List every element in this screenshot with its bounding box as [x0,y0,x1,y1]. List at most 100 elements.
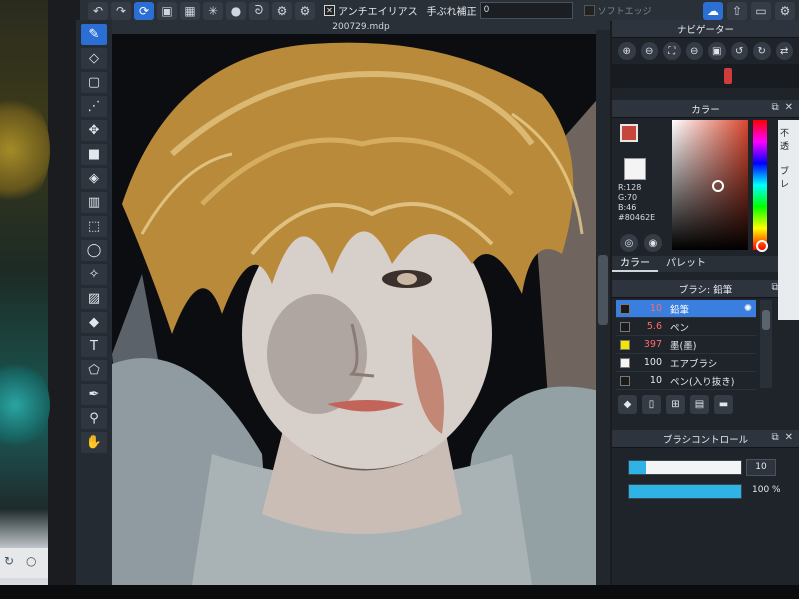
brush-item[interactable]: 397 墨(墨) [616,336,756,354]
monitor-bezel [0,585,799,599]
saturation-value-picker[interactable] [672,120,748,250]
folder-icon[interactable]: ▬ [714,395,733,414]
brush-opacity-slider-fill [629,485,741,498]
select-eraser-tool-icon[interactable]: ◆ [81,312,107,333]
brush-size-slider[interactable] [628,460,742,475]
chat-icon[interactable]: ▭ [751,2,771,20]
hand-tool-icon[interactable]: ✋ [81,432,107,453]
color-g-value: G:70 [618,193,638,202]
brush-name: ペン [670,322,690,334]
snap-gear-icon[interactable]: ⚙ [295,1,315,20]
color-values: R:128 G:70 B:46 #80462E [618,183,655,223]
soft-edge-toggle[interactable]: ソフトエッジ [583,4,652,17]
brush-color-swatch [620,339,630,350]
popout-icon[interactable]: ⧉ [771,102,778,113]
eraser-tool-icon[interactable]: ◇ [81,48,107,69]
add-brush-icon[interactable]: ⊞ [666,395,685,414]
brush-list-scrollbar-thumb[interactable] [762,310,770,330]
navigator-zoom-handle[interactable] [724,68,732,84]
select-pen-tool-icon[interactable]: ▨ [81,288,107,309]
brush-name: ペン(入り抜き) [670,376,735,388]
hue-slider[interactable] [753,120,767,250]
magic-wand-tool-icon[interactable]: ✧ [81,264,107,285]
canvas-scrollbar[interactable] [596,30,610,585]
transform-icon[interactable]: ⟳ [134,1,154,20]
stabilizer-control: 手ぶれ補正 0 [427,2,573,19]
brush-opacity-slider[interactable] [628,484,742,499]
color-picker-cursor[interactable] [712,180,724,192]
soft-edge-checkbox[interactable] [583,5,595,16]
refresh-icon: ↻ [4,554,15,568]
palette-mix-icon[interactable]: ◉ [644,234,662,252]
color-panel-tabs: カラー パレット [612,256,799,272]
redo-icon[interactable]: ↷ [111,1,131,20]
curve-icon[interactable]: ᘐ [249,1,269,20]
cloud-icon[interactable]: ☁ [703,2,723,20]
rotate-right-icon[interactable]: ↻ [753,42,771,60]
actual-size-icon[interactable]: ▣ [708,42,726,60]
settings-icon[interactable]: ⚙ [775,2,795,20]
new-brush-icon[interactable]: ▯ [642,395,661,414]
zoom-reset-icon[interactable]: ⊖ [685,42,703,60]
brush-item[interactable]: 5.6 ペン [616,318,756,336]
stabilizer-select[interactable]: 0 [479,2,573,19]
close-icon[interactable]: ✕ [785,102,793,113]
zoom-out-icon[interactable]: ⊖ [640,42,658,60]
eyedropper-tool-icon[interactable]: ⚲ [81,408,107,429]
bucket-tool-icon[interactable]: ◈ [81,168,107,189]
pen-tool-icon[interactable]: ✒ [81,384,107,405]
tab-color[interactable]: カラー [612,256,658,272]
brush-item[interactable]: 10 ペン(入り抜き) [616,372,756,390]
dot-tool-icon[interactable]: ⋰ [81,96,107,117]
popout-icon[interactable]: ⧉ [771,432,778,443]
canvas-area[interactable]: 200729.mdp [112,20,610,585]
fit-icon[interactable]: ⛶ [663,42,681,60]
foreground-color-swatch[interactable] [620,124,638,142]
flip-view-icon[interactable]: ⇄ [775,42,793,60]
background-color-swatch[interactable] [624,158,646,180]
brush-settings-gear-icon[interactable]: ✺ [744,303,756,314]
antialias-checkbox[interactable]: ✕ [324,5,335,16]
copy-brush-icon[interactable]: ▤ [690,395,709,414]
divide-tool-icon[interactable]: ⬠ [81,360,107,381]
antialias-toggle[interactable]: ✕ アンチエイリアス [324,3,418,18]
rotate-left-icon[interactable]: ↺ [730,42,748,60]
brush-panel-tools: ◆ ▯ ⊞ ▤ ▬ [618,395,733,414]
brush-item[interactable]: 100 エアブラシ [616,354,756,372]
undo-icon[interactable]: ↶ [88,1,108,20]
lasso-tool-icon[interactable]: ◯ [81,240,107,261]
close-icon[interactable]: ✕ [785,432,793,443]
sparkle-icon[interactable]: ✳ [203,1,223,20]
brush-list-scrollbar[interactable] [760,300,772,388]
brush-drop-icon[interactable]: ◆ [618,395,637,414]
palette-wheel-icon[interactable]: ◎ [620,234,638,252]
flip-icon[interactable]: ▣ [157,1,177,20]
brush-tool-icon[interactable]: ✎ [81,24,107,45]
brush-size-value[interactable]: 10 [746,459,776,476]
grid-icon[interactable]: ▦ [180,1,200,20]
rect-select-tool-icon[interactable]: ▢ [81,72,107,93]
share-icon[interactable]: ⇧ [727,2,747,20]
circle-shape-icon[interactable]: ● [226,1,246,20]
marquee-tool-icon[interactable]: ⬚ [81,216,107,237]
brush-item[interactable]: 10 鉛筆 ✺ [616,300,756,318]
color-mode-buttons: ◎ ◉ [620,234,662,252]
move-tool-icon[interactable]: ✥ [81,120,107,141]
partial-label-blend: ブレ [780,167,790,190]
artwork-painting[interactable] [112,34,610,585]
color-panel-title: カラー [691,104,720,116]
zoom-in-icon[interactable]: ⊕ [618,42,636,60]
canvas-scrollbar-thumb[interactable] [598,255,608,325]
text-tool-icon[interactable]: T [81,336,107,357]
top-toolbar: ↶ ↷ ⟳ ▣ ▦ ✳ ● ᘐ ⚙ ⚙ ✕ アンチエイリアス 手ぶれ補正 0 ソ… [80,0,799,22]
tab-palette[interactable]: パレット [658,256,714,272]
navigator-zoom-bar[interactable] [612,64,799,88]
partial-label-opacity: 不透 [780,129,790,152]
hue-slider-cursor[interactable] [756,240,768,252]
brush-color-swatch [620,357,630,368]
color-panel-header: カラー ⧉ ✕ [612,100,799,118]
fill-rect-tool-icon[interactable]: ■ [81,144,107,165]
gradient-tool-icon[interactable]: ▥ [81,192,107,213]
gear-icon[interactable]: ⚙ [272,1,292,20]
brush-opacity-value: 100 % [752,485,781,495]
